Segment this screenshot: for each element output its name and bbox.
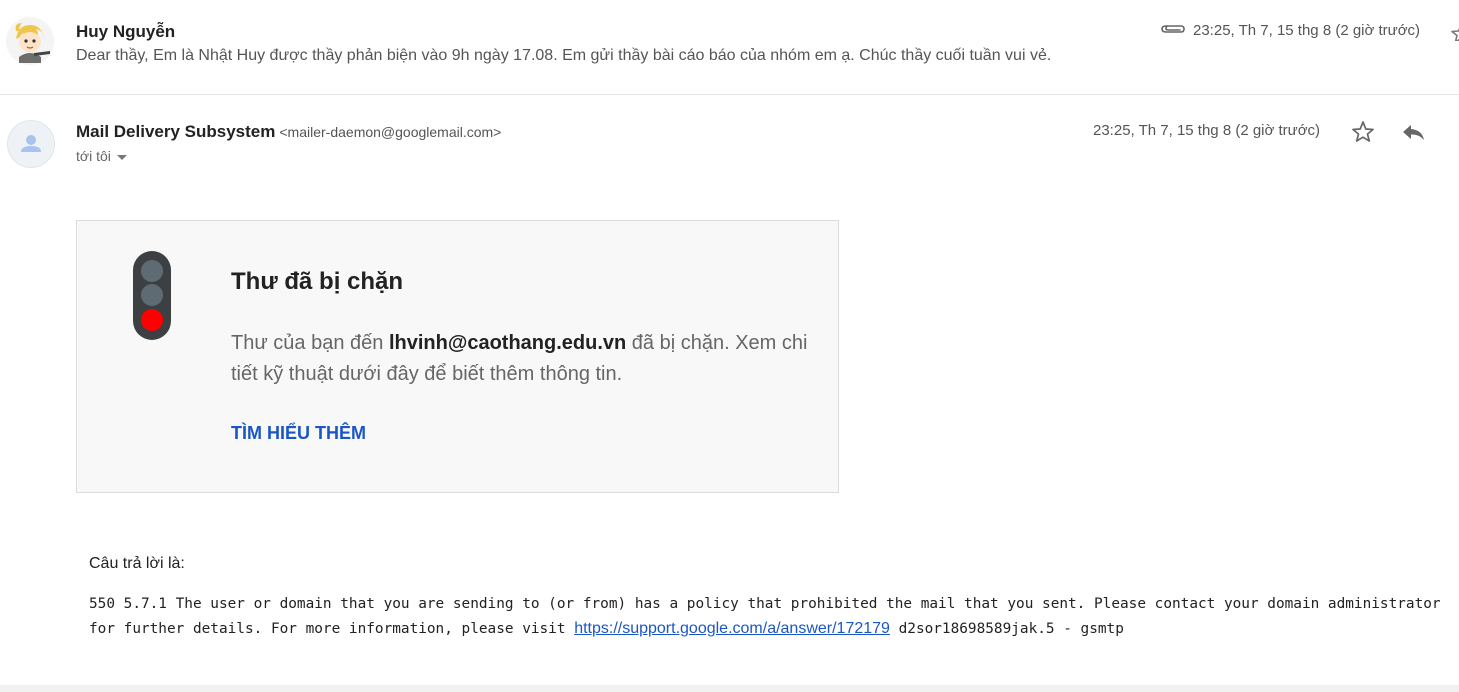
traffic-light-off	[141, 260, 163, 282]
traffic-light-red	[141, 309, 163, 331]
avatar[interactable]	[7, 120, 55, 168]
sender-line: Mail Delivery Subsystem <mailer-daemon@go…	[76, 122, 501, 142]
message-snippet[interactable]: Dear thầy, Em là Nhật Huy được thầy phản…	[76, 47, 1051, 65]
sender-email: <mailer-daemon@googlemail.com>	[279, 124, 502, 140]
message-date: 23:25, Th 7, 15 thg 8 (2 giờ trước)	[1093, 122, 1321, 139]
reply-button[interactable]	[1400, 119, 1426, 145]
star-button[interactable]	[1350, 119, 1376, 145]
card-body-prefix: Thư của bạn đến	[231, 332, 389, 354]
star-icon	[1352, 121, 1374, 142]
reply-icon	[1403, 125, 1424, 140]
reply-label: Câu trả lời là:	[89, 555, 185, 572]
error-line-2-prefix: for further details. For more informatio…	[89, 621, 575, 637]
learn-more-link[interactable]: TÌM HIỂU THÊM	[231, 423, 366, 444]
error-line-1: 550 5.7.1 The user or domain that you ar…	[89, 596, 1441, 612]
person-icon	[21, 135, 41, 152]
message-date: 23:25, Th 7, 15 thg 8 (2 giờ trước)	[1193, 22, 1421, 39]
traffic-light-off	[141, 284, 163, 306]
card-body: Thư của bạn đến lhvinh@caothang.edu.vn đ…	[231, 328, 816, 390]
card-title: Thư đã bị chặn	[231, 268, 404, 295]
traffic-light-icon	[133, 251, 171, 340]
paperclip-icon	[1160, 22, 1186, 36]
recipient-details-toggle[interactable]: tới tôi	[76, 148, 127, 164]
bottom-band	[0, 685, 1459, 692]
error-line-2: for further details. For more informatio…	[89, 620, 1124, 638]
avatar[interactable]	[6, 17, 54, 65]
divider	[0, 94, 1459, 95]
sender-name[interactable]: Huy Nguyễn	[76, 22, 175, 42]
support-link[interactable]: https://support.google.com/a/answer/1721…	[574, 620, 890, 637]
caret-down-icon	[116, 154, 127, 160]
sender-name[interactable]: Mail Delivery Subsystem	[76, 122, 275, 141]
star-icon[interactable]	[1448, 23, 1459, 41]
recipient-label: tới tôi	[76, 148, 111, 164]
blocked-recipient: lhvinh@caothang.edu.vn	[388, 332, 627, 354]
error-line-2-suffix: d2sor18698589jak.5 - gsmtp	[889, 621, 1124, 637]
